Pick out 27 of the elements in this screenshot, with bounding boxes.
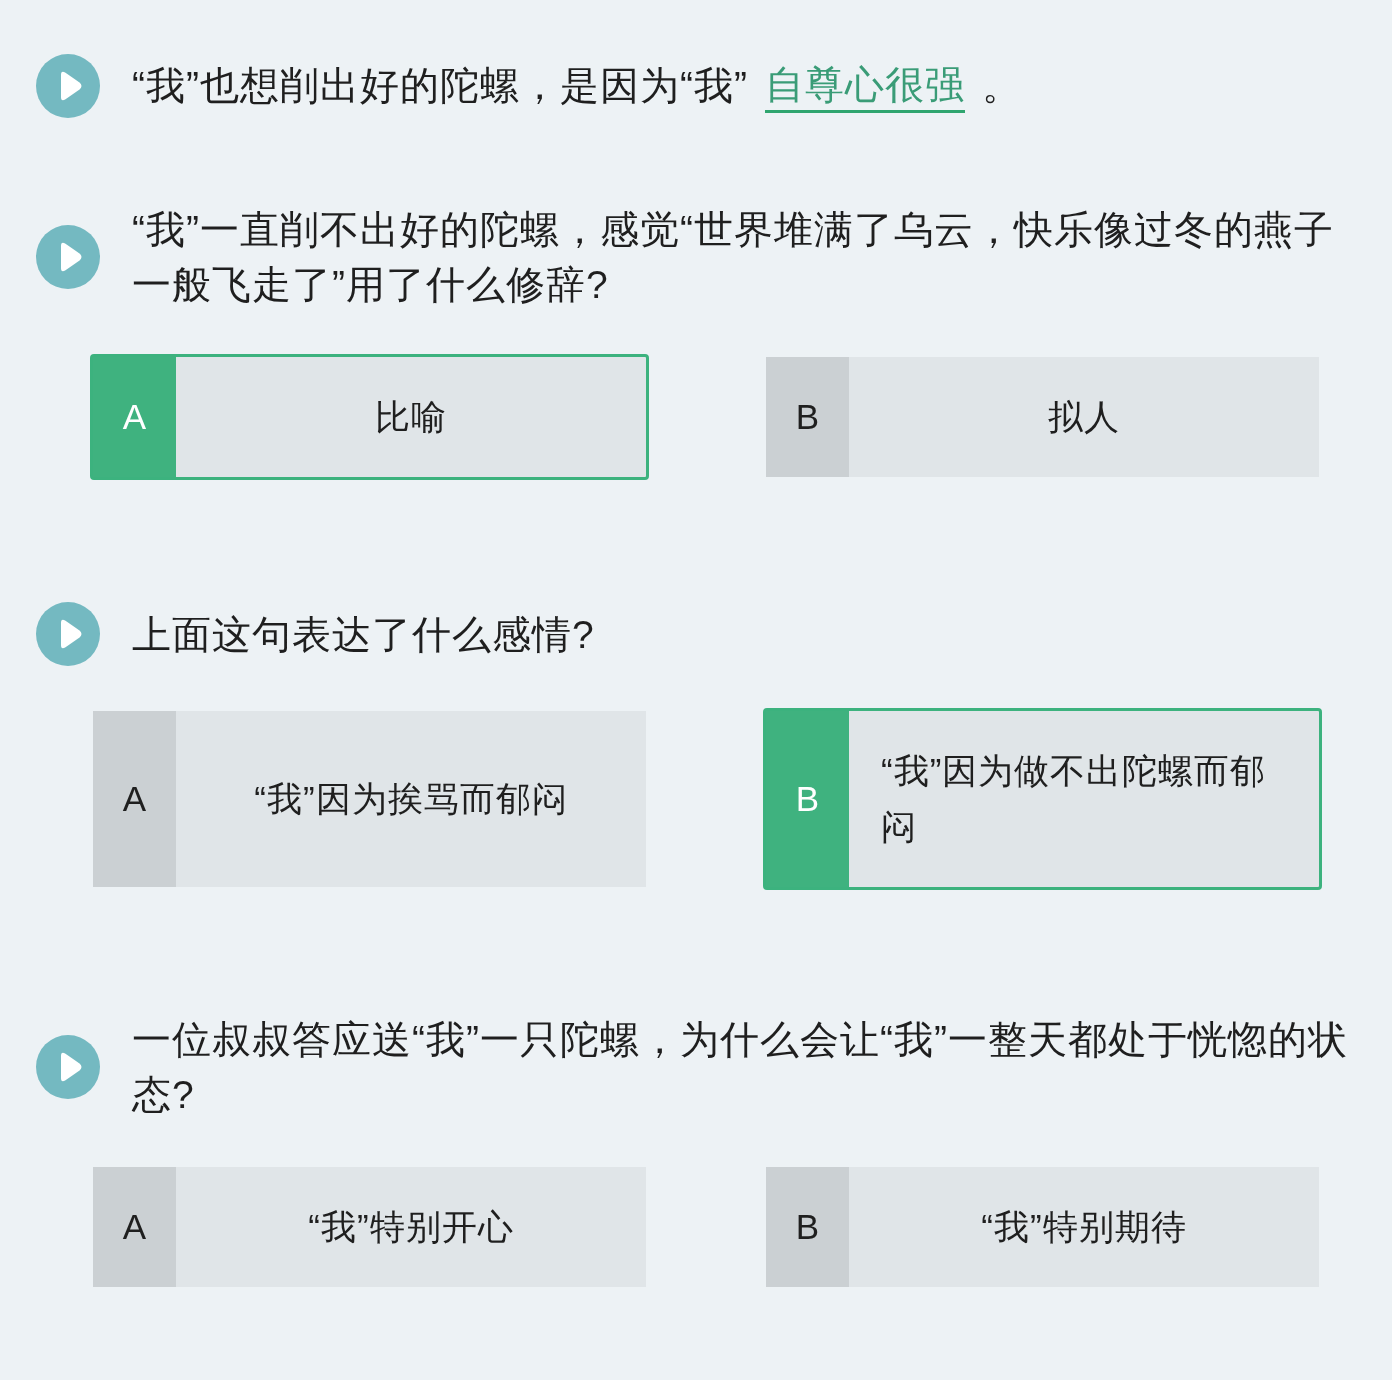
- question-text: 一位叔叔答应送“我”一只陀螺，为什么会让“我”一整天都处于恍惚的状态?: [132, 1017, 1349, 1118]
- play-icon[interactable]: [36, 225, 100, 289]
- answer-option[interactable]: B 拟人: [763, 354, 1322, 480]
- option-letter: B: [766, 357, 849, 477]
- question-text: 上面这句表达了什么感情?: [132, 611, 596, 658]
- play-icon[interactable]: [36, 602, 100, 666]
- question-text: “我”一直削不出好的陀螺，感觉“世界堆满了乌云，快乐像过冬的燕子一般飞走了”用了什么修辞?: [132, 207, 1335, 308]
- option-text: “我”特别期待: [981, 1206, 1187, 1248]
- option-letter: B: [766, 711, 849, 887]
- option-letter: B: [766, 1167, 849, 1287]
- answer-option[interactable]: A 比喻: [90, 354, 649, 480]
- option-letter: A: [93, 711, 176, 887]
- answer-option[interactable]: A “我”特别开心: [90, 1164, 649, 1290]
- option-text: “我”因为挨骂而郁闷: [254, 778, 568, 820]
- option-letter: A: [93, 1167, 176, 1287]
- play-icon[interactable]: [36, 1035, 100, 1099]
- option-text: 拟人: [1048, 396, 1120, 438]
- option-text: “我”特别开心: [308, 1206, 514, 1248]
- answer-option[interactable]: B “我”特别期待: [763, 1164, 1322, 1290]
- option-text: “我”因为做不出陀螺而郁闷: [881, 750, 1268, 848]
- answer-option[interactable]: B “我”因为做不出陀螺而郁闷: [763, 708, 1322, 890]
- question-text: “我”也想削出好的陀螺，是因为“我”: [132, 63, 748, 109]
- option-letter: A: [93, 357, 176, 477]
- option-text: 比喻: [375, 396, 447, 438]
- sentence-period: 。: [981, 63, 1022, 109]
- answer-option[interactable]: A “我”因为挨骂而郁闷: [90, 708, 649, 890]
- play-icon[interactable]: [36, 54, 100, 118]
